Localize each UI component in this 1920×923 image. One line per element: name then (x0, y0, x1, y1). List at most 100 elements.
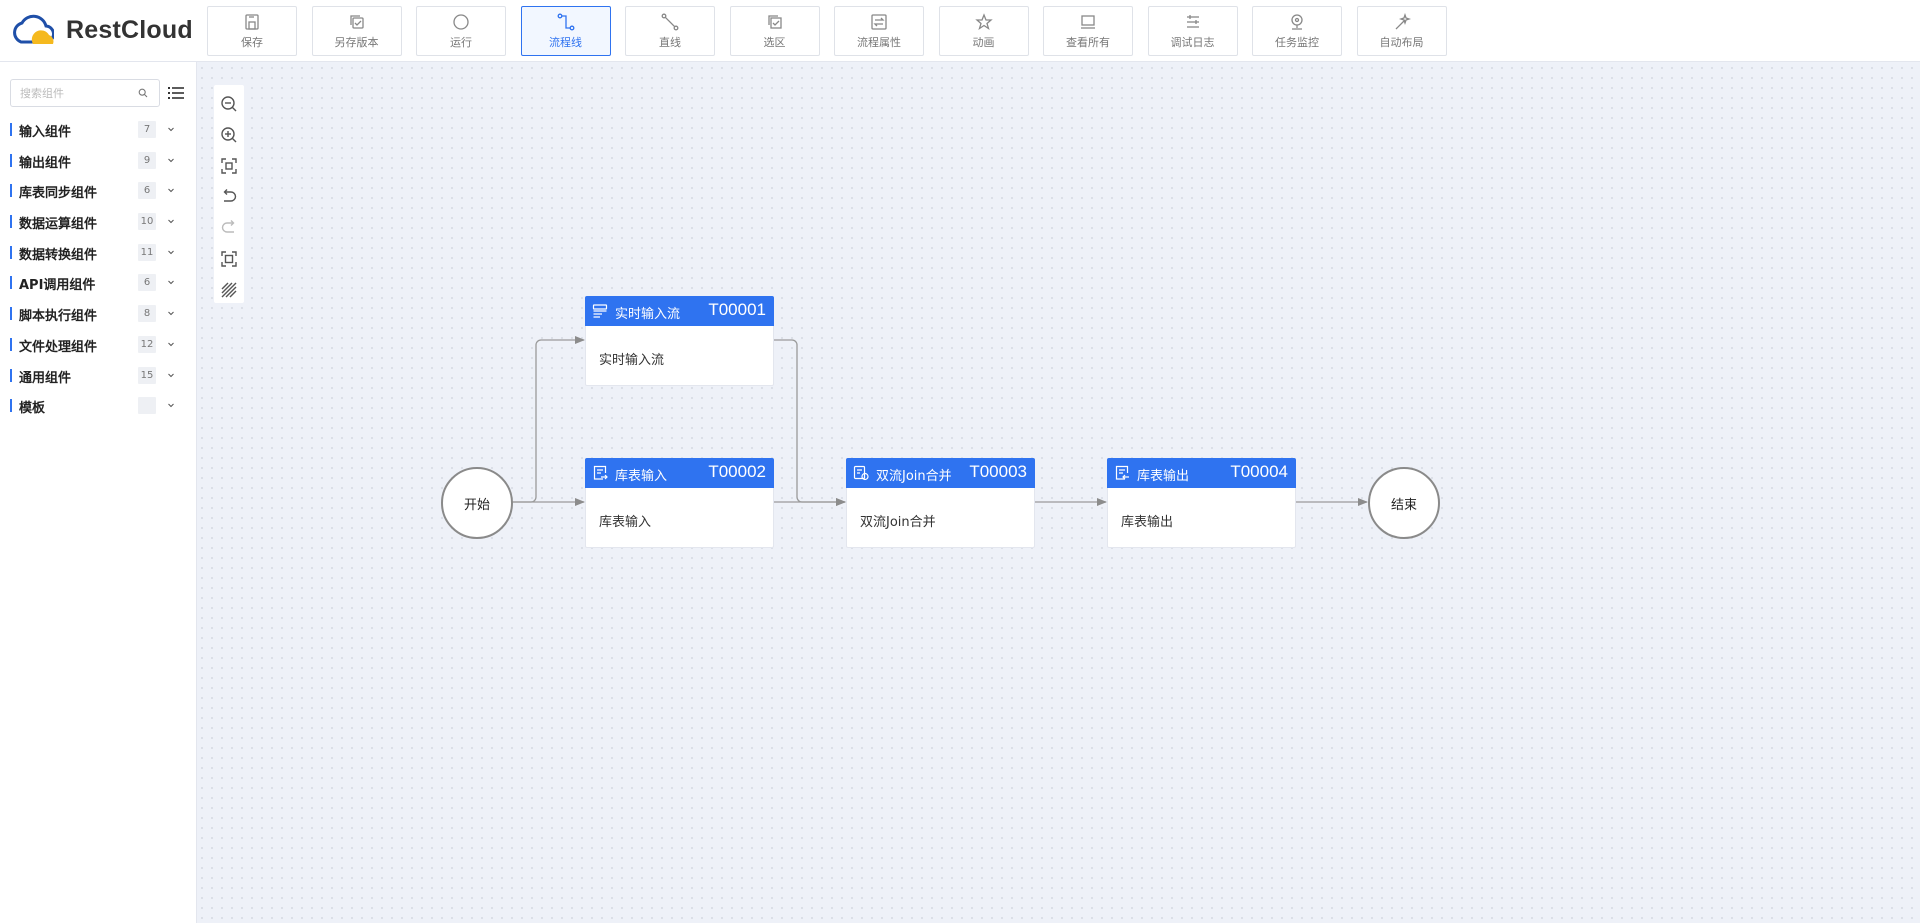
stream-input-icon (592, 304, 608, 318)
category-file-components[interactable]: 文件处理组件 12 (0, 329, 197, 360)
category-api-call-components[interactable]: API调用组件 6 (0, 267, 197, 298)
animation-button[interactable]: 动画 (938, 6, 1029, 56)
end-node-label: 结束 (1390, 497, 1417, 513)
run-label: 运行 (450, 35, 472, 49)
auto-layout-label: 自动布局 (1379, 35, 1424, 49)
category-label: 文件处理组件 (19, 339, 98, 355)
category-marker (10, 245, 12, 259)
debug-log-label: 调试日志 (1170, 35, 1215, 49)
run-button[interactable]: 运行 (416, 6, 506, 56)
task-node-t00001[interactable]: 实时输入流 T00001 实时输入流 (585, 296, 774, 386)
category-count: 7 (138, 121, 156, 138)
table-output-icon (1115, 465, 1129, 480)
task-header: 库表输出 T00004 (1107, 458, 1296, 488)
category-marker (10, 123, 12, 136)
start-node-label: 开始 (463, 497, 490, 513)
task-name: 实时输入流 (615, 307, 681, 322)
task-monitor-button[interactable]: 任务监控 (1252, 6, 1342, 56)
category-count: 11 (138, 243, 156, 261)
category-count: 6 (138, 274, 156, 292)
category-label: 库表同步组件 (19, 186, 98, 202)
category-marker (10, 153, 12, 167)
category-label: 数据运算组件 (19, 217, 98, 233)
chevron-down-icon[interactable] (167, 186, 175, 194)
component-search-input[interactable] (20, 86, 138, 100)
task-monitor-label: 任务监控 (1275, 35, 1319, 49)
animation-icon (974, 12, 993, 30)
category-count: 8 (138, 305, 156, 323)
category-label: 数据转换组件 (19, 247, 98, 263)
category-input-components[interactable]: 输入组件 7 (0, 114, 197, 145)
start-node[interactable]: 开始 (441, 467, 513, 539)
debug-log-button[interactable]: 调试日志 (1147, 6, 1238, 56)
run-icon (453, 13, 469, 30)
task-name: 库表输入 (615, 469, 668, 484)
category-marker (10, 215, 12, 229)
list-view-icon[interactable] (167, 84, 185, 102)
category-count: 6 (138, 182, 156, 200)
category-label: 脚本执行组件 (19, 309, 98, 325)
select-area-label: 选区 (763, 35, 786, 49)
debug-log-icon (1186, 14, 1199, 28)
category-label: 输入组件 (19, 125, 72, 140)
task-node-t00004[interactable]: 库表输出 T00004 库表输出 (1107, 458, 1296, 548)
chevron-down-icon[interactable] (167, 340, 175, 348)
category-count: 12 (138, 335, 156, 353)
task-description: 实时输入流 (599, 353, 665, 368)
cloud-logo-icon (13, 14, 54, 44)
task-header: 实时输入流 T00001 (585, 296, 774, 326)
chevron-down-icon[interactable] (167, 248, 175, 256)
end-node[interactable]: 结束 (1368, 467, 1440, 539)
task-node-t00002[interactable]: 库表输入 T00002 库表输入 (585, 458, 774, 548)
straight-line-button[interactable]: 直线 (625, 6, 715, 56)
edge-t00001-to-t00003[interactable] (774, 339, 846, 506)
category-data-compute-components[interactable]: 数据运算组件 10 (0, 206, 197, 237)
flow-line-icon (557, 13, 574, 30)
category-table-sync-components[interactable]: 库表同步组件 6 (0, 175, 197, 206)
category-marker (10, 399, 12, 413)
chevron-down-icon[interactable] (167, 401, 175, 409)
chevron-down-icon[interactable] (167, 278, 175, 286)
category-script-components[interactable]: 脚本执行组件 8 (0, 298, 197, 329)
chevron-down-icon[interactable] (167, 156, 175, 164)
component-category-list: 输入组件 7 输出组件 9 库表同步组件 6 数据运算组件 10 数据转换组件 … (0, 114, 197, 421)
task-name: 双流Join合并 (876, 469, 952, 484)
straight-line-label: 直线 (659, 35, 681, 49)
category-marker (10, 307, 12, 321)
auto-layout-button[interactable]: 自动布局 (1356, 6, 1447, 56)
save-button[interactable]: 保存 (207, 6, 297, 56)
task-id: T00004 (1230, 462, 1288, 481)
category-marker (10, 276, 12, 290)
view-all-button[interactable]: 查看所有 (1043, 6, 1133, 56)
category-output-components[interactable]: 输出组件 9 (0, 145, 197, 176)
flow-properties-button[interactable]: 流程属性 (834, 6, 924, 56)
flow-canvas[interactable]: 开始 实时输入流 T00001 实时输入流 库表输入 T00002 库表输入 双… (197, 63, 1920, 923)
task-node-t00003[interactable]: 双流Join合并 T00003 双流Join合并 (846, 458, 1035, 548)
flow-properties-icon (871, 13, 887, 30)
category-marker (10, 368, 12, 382)
save-label: 保存 (241, 35, 263, 49)
task-id: T00002 (708, 462, 766, 481)
category-data-transform-components[interactable]: 数据转换组件 11 (0, 237, 197, 268)
logo: RestCloud (9, 13, 193, 47)
save-as-icon (349, 14, 364, 29)
task-description: 库表输出 (1121, 515, 1174, 530)
save-as-version-button[interactable]: 另存版本 (311, 6, 402, 56)
task-description: 库表输入 (599, 515, 652, 530)
search-icon[interactable] (138, 88, 148, 98)
flow-line-label: 流程线 (549, 35, 582, 49)
chevron-down-icon[interactable] (167, 371, 175, 379)
task-id: T00003 (969, 462, 1027, 481)
category-marker (10, 184, 12, 198)
auto-layout-icon (1395, 12, 1411, 29)
category-templates[interactable]: 模板 (0, 390, 197, 421)
flow-line-button[interactable]: 流程线 (520, 6, 611, 56)
category-count (138, 397, 156, 415)
category-general-components[interactable]: 通用组件 15 (0, 360, 197, 391)
brand-name: RestCloud (66, 15, 193, 44)
chevron-down-icon[interactable] (167, 217, 175, 225)
chevron-down-icon[interactable] (167, 309, 175, 317)
chevron-down-icon[interactable] (167, 125, 175, 133)
select-area-button[interactable]: 选区 (729, 6, 820, 56)
save-icon (245, 13, 259, 30)
